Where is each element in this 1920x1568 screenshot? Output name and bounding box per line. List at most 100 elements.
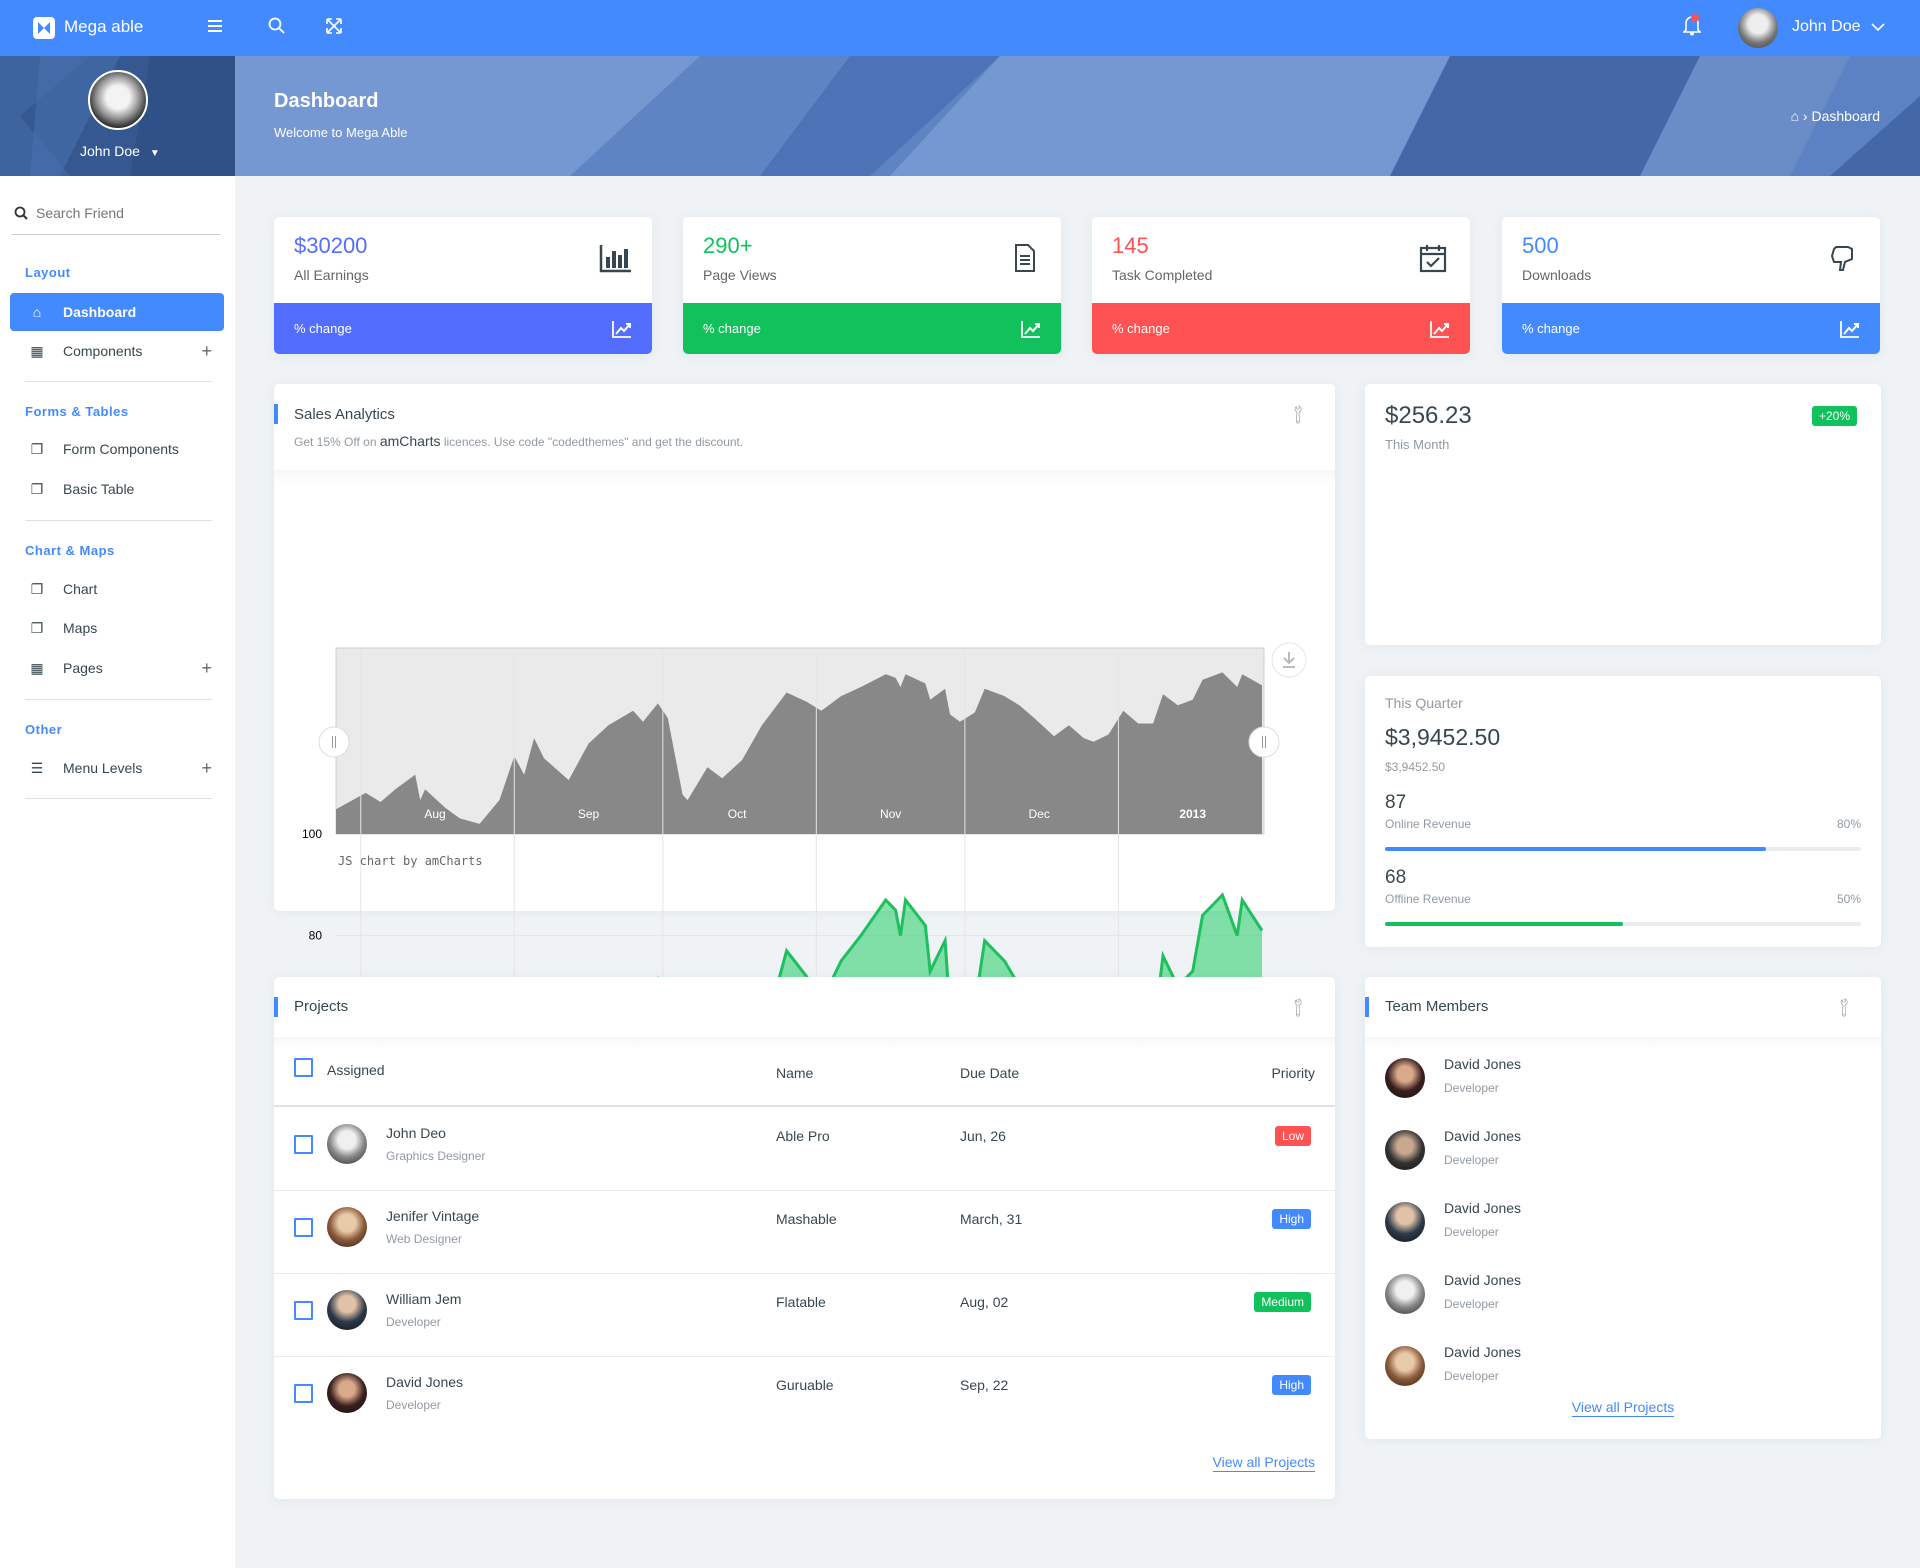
breadcrumb-item-dashboard[interactable]: Dashboard	[1812, 108, 1881, 124]
card-title: Sales Analytics	[294, 406, 395, 423]
plus-icon[interactable]: +	[201, 658, 212, 679]
row-checkbox[interactable]	[294, 1135, 313, 1154]
avatar	[1385, 1274, 1425, 1314]
menu-icon[interactable]	[207, 18, 223, 34]
wrench-icon[interactable]: 🔧︎	[1286, 402, 1311, 427]
row-checkbox[interactable]	[294, 1384, 313, 1403]
member-name: David Jones	[1444, 1272, 1522, 1288]
team-member[interactable]: David Jones Developer	[1365, 1272, 1881, 1316]
search-friend-input[interactable]	[36, 202, 216, 224]
grid-icon: ▦	[30, 659, 44, 676]
brand-name[interactable]: Mega able	[64, 17, 143, 37]
revenue-label: Offline Revenue	[1385, 892, 1471, 906]
search-icon[interactable]	[268, 17, 286, 35]
sidebar-item-chart[interactable]: ❐ Chart	[10, 570, 224, 608]
logo-icon[interactable]	[33, 17, 55, 39]
profile-name[interactable]: John Doe ▼	[80, 143, 160, 159]
chevron-down-icon[interactable]	[1871, 22, 1885, 32]
navigator-tick-label: Dec	[1028, 807, 1049, 821]
user-avatar[interactable]	[1738, 8, 1778, 48]
project-name: Flatable	[776, 1294, 826, 1310]
avatar	[1385, 1346, 1425, 1386]
window-icon: ❐	[30, 440, 44, 457]
team-member[interactable]: David Jones Developer	[1365, 1344, 1881, 1388]
user-name[interactable]: John Doe	[1792, 18, 1861, 36]
scroll-handle-left[interactable]	[318, 726, 350, 758]
member-name: David Jones	[1444, 1056, 1522, 1072]
caret-down-icon: ▼	[149, 148, 160, 159]
sidebar	[0, 176, 235, 1568]
plus-icon[interactable]: +	[201, 758, 212, 779]
card-subtitle: Get 15% Off on amCharts licences. Use co…	[294, 433, 743, 449]
person-role: Developer	[386, 1315, 441, 1329]
sidebar-item-basic-table[interactable]: ❐ Basic Table	[10, 470, 224, 508]
sidebar-section-label: Other	[25, 722, 63, 737]
profile-avatar[interactable]	[88, 70, 148, 130]
row-checkbox[interactable]	[294, 1218, 313, 1237]
window-icon: ❐	[30, 580, 44, 597]
col-name[interactable]: Name	[776, 1065, 813, 1081]
sidebar-item-label: Menu Levels	[63, 760, 143, 776]
team-member[interactable]: David Jones Developer	[1365, 1056, 1881, 1100]
sidebar-section-label: Chart & Maps	[25, 543, 115, 558]
row-checkbox[interactable]	[294, 1301, 313, 1320]
table-row[interactable]: William Jem Developer Flatable Aug, 02 M…	[274, 1274, 1335, 1357]
banner-background	[0, 56, 1920, 176]
view-all-team-link[interactable]: View all Projects	[1571, 1399, 1675, 1417]
stat-label: Page Views	[703, 267, 777, 283]
stat-label: Downloads	[1522, 267, 1592, 283]
priority-badge: Medium	[1254, 1292, 1311, 1312]
breadcrumb: ⌂ › Dashboard	[1790, 108, 1881, 124]
table-row[interactable]: John Deo Graphics Designer Able Pro Jun,…	[274, 1108, 1335, 1191]
sidebar-item-menu-levels[interactable]: ☰ Menu Levels +	[10, 749, 224, 787]
sidebar-item-label: Maps	[63, 620, 98, 636]
sidebar-item-components[interactable]: ▦ Components +	[10, 332, 224, 370]
col-priority[interactable]: Priority	[1271, 1065, 1315, 1081]
quarter-label: This Quarter	[1385, 695, 1463, 711]
stat-label: Task Completed	[1112, 267, 1213, 283]
stat-value: $30200	[294, 233, 368, 258]
this-quarter-card: This Quarter $3,9452.50 $3,9452.50 87 On…	[1365, 676, 1881, 947]
stat-card-page-views: 290+ Page Views % change	[683, 217, 1061, 354]
col-due-date[interactable]: Due Date	[960, 1065, 1019, 1081]
navigator-tick-label: Sep	[578, 807, 600, 821]
list-icon: ☰	[30, 759, 44, 776]
calendar-check-icon	[1419, 245, 1447, 273]
due-date: Sep, 22	[960, 1377, 1009, 1393]
window-icon: ❐	[30, 619, 44, 636]
member-role: Developer	[1444, 1081, 1499, 1095]
table-row[interactable]: Jenifer Vintage Web Designer Mashable Ma…	[274, 1191, 1335, 1274]
plus-icon[interactable]: +	[201, 341, 212, 362]
team-member[interactable]: David Jones Developer	[1365, 1128, 1881, 1172]
home-icon[interactable]: ⌂	[1791, 108, 1799, 124]
fullscreen-icon[interactable]	[326, 18, 342, 34]
bell-icon[interactable]	[1683, 14, 1701, 36]
wrench-icon[interactable]: 🔧︎	[1832, 995, 1857, 1020]
stat-footer: % change	[1092, 303, 1470, 354]
col-assigned[interactable]: Assigned	[327, 1062, 385, 1078]
title-accent	[274, 404, 278, 424]
stat-value: 290+	[703, 233, 753, 258]
table-row[interactable]: David Jones Developer Guruable Sep, 22 H…	[274, 1357, 1335, 1440]
member-role: Developer	[1444, 1225, 1499, 1239]
select-all-checkbox[interactable]	[294, 1058, 313, 1077]
team-member[interactable]: David Jones Developer	[1365, 1200, 1881, 1244]
wrench-icon[interactable]: 🔧︎	[1286, 995, 1311, 1020]
trend-up-icon	[1430, 320, 1449, 338]
priority-badge: Low	[1274, 1126, 1311, 1146]
member-name: David Jones	[1444, 1344, 1522, 1360]
sidebar-item-pages[interactable]: ▦ Pages +	[10, 649, 224, 687]
priority-badge: High	[1272, 1375, 1311, 1395]
view-all-projects-link[interactable]: View all Projects	[1212, 1454, 1315, 1472]
person-role: Graphics Designer	[386, 1149, 486, 1163]
avatar	[1385, 1130, 1425, 1170]
sidebar-item-form-components[interactable]: ❐ Form Components	[10, 430, 224, 468]
sidebar-item-dashboard[interactable]: ⌂ Dashboard	[10, 293, 224, 331]
amcharts-brand[interactable]: amCharts	[380, 433, 441, 449]
sidebar-section-label: Forms & Tables	[25, 404, 129, 419]
scroll-handle-right[interactable]	[1248, 726, 1280, 758]
window-icon: ❐	[30, 480, 44, 497]
revenue-progress	[1385, 922, 1861, 926]
sidebar-item-maps[interactable]: ❐ Maps	[10, 609, 224, 647]
stat-label: All Earnings	[294, 267, 369, 283]
